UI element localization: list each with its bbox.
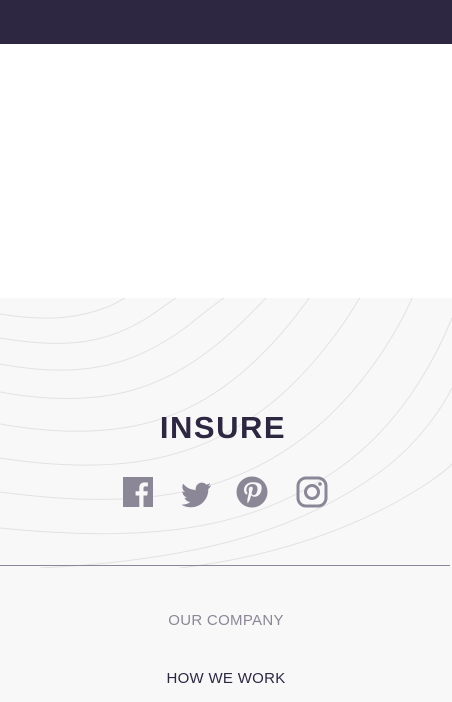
social-links bbox=[122, 476, 332, 510]
facebook-icon[interactable] bbox=[122, 476, 154, 508]
content-area bbox=[0, 44, 452, 298]
pinterest-icon[interactable] bbox=[236, 476, 268, 508]
header-bar bbox=[0, 0, 452, 44]
svg-text:INSURE: INSURE bbox=[160, 412, 286, 442]
footer-link-our-company[interactable]: OUR COMPANY bbox=[0, 612, 452, 629]
footer-link-how-we-work[interactable]: HOW WE WORK bbox=[0, 670, 452, 687]
page: INSURE OUR COMPANY HOW WE WORK bbox=[0, 0, 452, 702]
instagram-icon[interactable] bbox=[296, 476, 328, 508]
twitter-icon[interactable] bbox=[180, 479, 212, 511]
insure-logo: INSURE bbox=[160, 412, 286, 442]
footer-divider bbox=[0, 565, 450, 566]
